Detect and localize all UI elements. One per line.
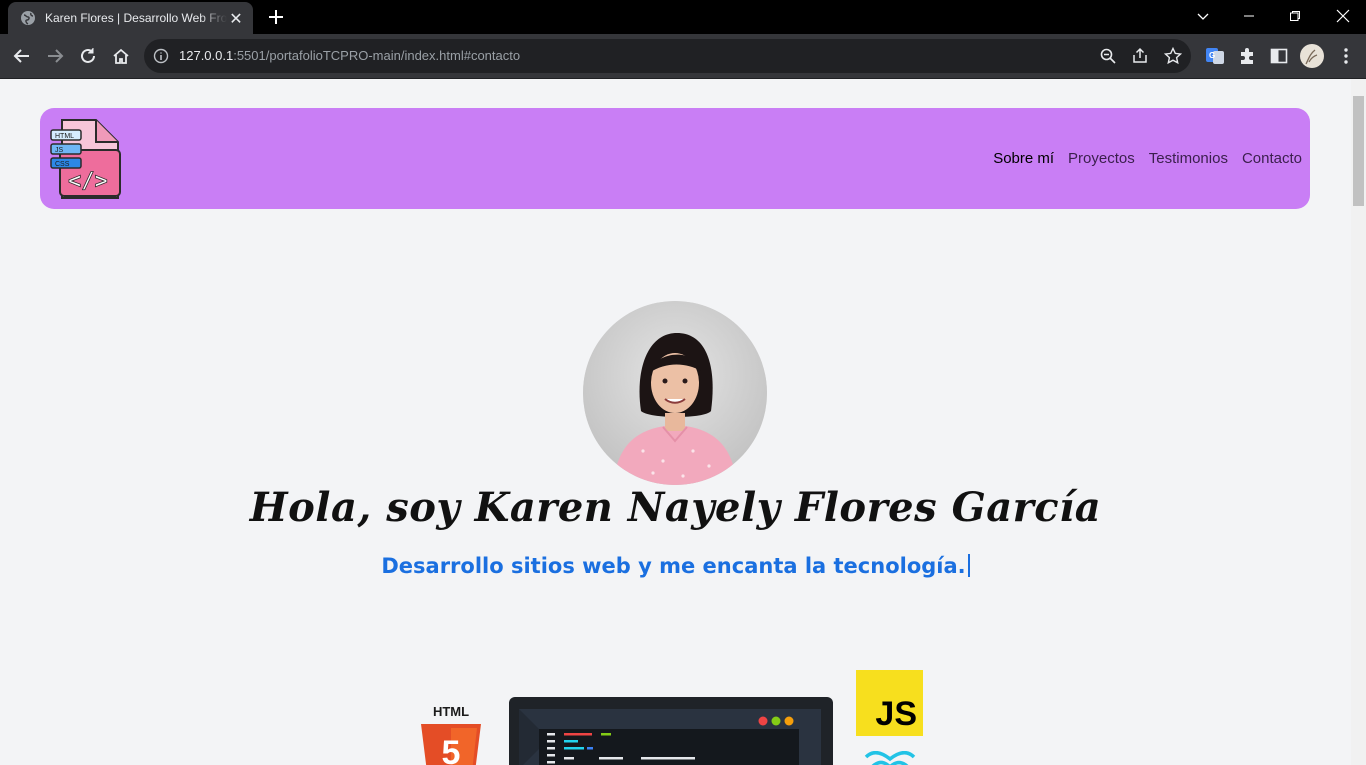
back-icon[interactable] xyxy=(10,44,34,68)
url-host: 127.0.0.1 xyxy=(179,48,234,63)
profile-avatar[interactable] xyxy=(1300,44,1324,68)
typing-cursor xyxy=(967,554,970,577)
logo-code-glyph: </> xyxy=(68,169,108,194)
reload-icon[interactable] xyxy=(76,44,100,68)
hero-greeting: Hola, soy Karen Nayely Flores García xyxy=(249,484,1102,531)
svg-text:G: G xyxy=(1209,51,1215,60)
js-logo-text: JS xyxy=(875,695,917,733)
menu-kebab-icon[interactable] xyxy=(1336,46,1356,66)
close-window-icon[interactable] xyxy=(1320,0,1366,32)
bookmark-star-icon[interactable] xyxy=(1164,47,1182,65)
css3-icon xyxy=(864,751,916,765)
address-bar[interactable]: 127.0.0.1:5501/portafolioTCPRO-main/inde… xyxy=(144,39,1191,73)
minimize-icon[interactable] xyxy=(1226,0,1272,32)
code-file-logo-icon[interactable]: HTML JS CSS </> xyxy=(50,116,124,200)
html5-icon: HTML 5 xyxy=(421,704,481,765)
browser-tab[interactable]: Karen Flores | Desarrollo Web Front-End … xyxy=(8,2,253,34)
html5-glyph: 5 xyxy=(442,734,461,765)
tab-title: Karen Flores | Desarrollo Web Front-End xyxy=(45,11,227,25)
hero-tagline: Desarrollo sitios web y me encanta la te… xyxy=(0,554,1351,578)
site-navbar: HTML JS CSS </> Sobre mí Proyectos Testi… xyxy=(40,108,1310,209)
browser-tabbar: Karen Flores | Desarrollo Web Front-End … xyxy=(0,0,1366,34)
globe-icon xyxy=(21,11,35,25)
share-icon[interactable] xyxy=(1131,47,1149,65)
zoom-icon[interactable] xyxy=(1099,47,1117,65)
tab-search-icon[interactable] xyxy=(1180,0,1226,32)
extensions-icon[interactable] xyxy=(1237,46,1257,66)
profile-photo xyxy=(583,301,767,485)
page-viewport: HTML JS CSS </> Sobre mí Proyectos Testi… xyxy=(0,79,1351,765)
site-info-icon[interactable] xyxy=(153,48,169,64)
nav-links: Sobre mí Proyectos Testimonios Contacto xyxy=(993,150,1302,167)
logo-badge-js: JS xyxy=(55,147,64,154)
side-panel-icon[interactable] xyxy=(1269,46,1289,66)
forward-icon[interactable] xyxy=(43,44,67,68)
hero-tagline-text: Desarrollo sitios web y me encanta la te… xyxy=(381,554,966,578)
restore-icon[interactable] xyxy=(1272,0,1318,32)
url-text[interactable]: 127.0.0.1:5501/portafolioTCPRO-main/inde… xyxy=(179,48,520,63)
logo-badge-html: HTML xyxy=(55,133,74,140)
url-path: :5501/portafolioTCPRO-main/index.html#co… xyxy=(233,48,521,63)
nav-link-sobre-mi[interactable]: Sobre mí xyxy=(993,150,1054,167)
home-icon[interactable] xyxy=(109,44,133,68)
nav-link-contacto[interactable]: Contacto xyxy=(1242,150,1302,167)
scrollbar-thumb[interactable] xyxy=(1353,96,1364,206)
translate-icon[interactable]: G xyxy=(1205,46,1225,66)
html5-label: HTML xyxy=(433,704,469,719)
page-scrollbar[interactable] xyxy=(1351,79,1366,765)
new-tab-icon[interactable] xyxy=(264,5,288,29)
nav-link-testimonios[interactable]: Testimonios xyxy=(1149,150,1228,167)
logo-badge-css: CSS xyxy=(55,161,70,168)
tab-close-icon[interactable]: ✕ xyxy=(227,9,245,28)
nav-link-proyectos[interactable]: Proyectos xyxy=(1068,150,1135,167)
laptop-illustration xyxy=(509,697,833,765)
javascript-icon: JS xyxy=(856,670,923,736)
browser-toolbar: 127.0.0.1:5501/portafolioTCPRO-main/inde… xyxy=(0,34,1366,79)
